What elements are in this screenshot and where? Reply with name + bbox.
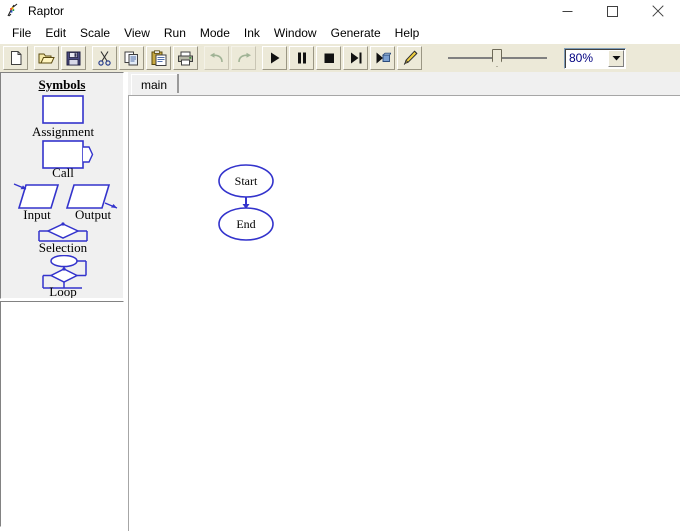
menu-run[interactable]: Run bbox=[157, 24, 193, 42]
undo-button[interactable] bbox=[204, 46, 229, 70]
symbols-palette: Symbols Assignment Call Input bbox=[0, 72, 124, 299]
chevron-down-icon[interactable] bbox=[608, 50, 624, 67]
maximize-button[interactable] bbox=[590, 0, 635, 22]
flowchart-canvas[interactable]: Start End bbox=[128, 95, 680, 531]
zoom-level-select[interactable]: 80% bbox=[564, 48, 626, 69]
tab-main[interactable]: main bbox=[131, 74, 179, 95]
stop-button[interactable] bbox=[316, 46, 341, 70]
cut-button[interactable] bbox=[92, 46, 117, 70]
slider-thumb[interactable] bbox=[492, 49, 502, 67]
node-label-end: End bbox=[219, 217, 273, 232]
save-file-button[interactable] bbox=[61, 46, 86, 70]
window-controls bbox=[545, 0, 680, 22]
raptor-application-window: Raptor File Edit Scale View Run Mode Ink… bbox=[0, 0, 680, 531]
print-button[interactable] bbox=[173, 46, 198, 70]
execution-speed-slider[interactable] bbox=[440, 47, 555, 69]
pen-button[interactable] bbox=[397, 46, 422, 70]
new-file-button[interactable] bbox=[3, 46, 28, 70]
copy-button[interactable] bbox=[119, 46, 144, 70]
redo-button[interactable] bbox=[231, 46, 256, 70]
menu-scale[interactable]: Scale bbox=[73, 24, 117, 42]
zoom-level-value: 80% bbox=[565, 51, 593, 65]
flowchart-diagram bbox=[129, 96, 680, 531]
menu-file[interactable]: File bbox=[5, 24, 38, 42]
title-bar: Raptor bbox=[0, 0, 680, 22]
run-button[interactable] bbox=[262, 46, 287, 70]
menu-generate[interactable]: Generate bbox=[324, 24, 388, 42]
palette-title: Symbols bbox=[1, 77, 123, 93]
toolbar-separator bbox=[199, 46, 203, 70]
toolbar-separator bbox=[257, 46, 261, 70]
menu-window[interactable]: Window bbox=[267, 24, 324, 42]
open-file-button[interactable] bbox=[34, 46, 59, 70]
menu-help[interactable]: Help bbox=[388, 24, 427, 42]
menu-bar: File Edit Scale View Run Mode Ink Window… bbox=[0, 22, 680, 43]
menu-ink[interactable]: Ink bbox=[237, 24, 267, 42]
paste-button[interactable] bbox=[146, 46, 171, 70]
tab-strip: main bbox=[128, 72, 680, 95]
pause-button[interactable] bbox=[289, 46, 314, 70]
work-area: main Start End bbox=[128, 72, 680, 531]
symbol-label-loop: Loop bbox=[1, 284, 124, 299]
toolbar-separator bbox=[29, 46, 33, 70]
toolbar: 80% bbox=[0, 43, 680, 72]
symbol-label-assignment: Assignment bbox=[1, 124, 124, 140]
window-title: Raptor bbox=[28, 4, 64, 18]
close-button[interactable] bbox=[635, 0, 680, 22]
node-label-start: Start bbox=[219, 174, 273, 189]
raptor-icon bbox=[4, 2, 22, 20]
menu-mode[interactable]: Mode bbox=[193, 24, 237, 42]
menu-view[interactable]: View bbox=[117, 24, 157, 42]
step-into-button[interactable] bbox=[370, 46, 395, 70]
tab-divider bbox=[177, 74, 179, 93]
menu-edit[interactable]: Edit bbox=[38, 24, 73, 42]
minimize-button[interactable] bbox=[545, 0, 590, 22]
variable-watch-panel[interactable] bbox=[0, 301, 124, 527]
symbol-label-call: Call bbox=[1, 165, 124, 181]
symbol-label-selection: Selection bbox=[1, 240, 124, 256]
toolbar-separator bbox=[87, 46, 91, 70]
step-button[interactable] bbox=[343, 46, 368, 70]
